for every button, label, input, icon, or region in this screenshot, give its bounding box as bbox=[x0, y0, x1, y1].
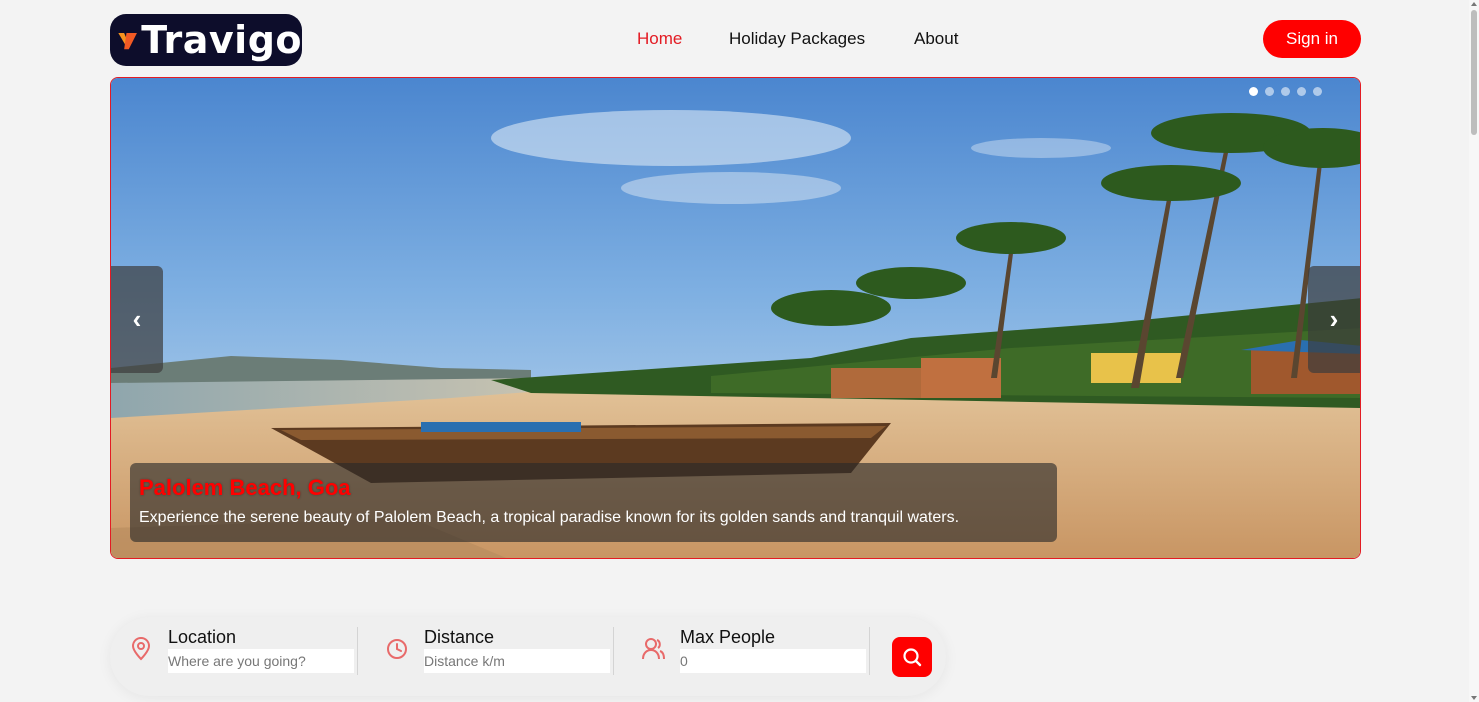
slide-description: Experience the serene beauty of Palolem … bbox=[139, 509, 960, 526]
nav-item-holiday-packages[interactable]: Holiday Packages bbox=[729, 29, 865, 49]
distance-field: Distance bbox=[384, 627, 612, 675]
location-pin-icon bbox=[131, 636, 151, 661]
location-input[interactable] bbox=[168, 649, 354, 673]
scroll-thumb[interactable] bbox=[1471, 10, 1477, 135]
carousel-indicators bbox=[1249, 87, 1322, 96]
carousel-next-button[interactable]: › bbox=[1308, 266, 1360, 373]
search-bar: Location Distance Max People bbox=[110, 617, 946, 696]
search-icon bbox=[903, 648, 922, 667]
chevron-right-icon: › bbox=[1329, 304, 1339, 334]
scroll-up-arrow-icon[interactable] bbox=[1471, 2, 1477, 6]
carousel-dot-5[interactable] bbox=[1313, 87, 1322, 96]
max-people-input[interactable] bbox=[680, 649, 866, 673]
nav-item-home[interactable]: Home bbox=[637, 29, 682, 49]
page-scrollbar[interactable] bbox=[1469, 0, 1479, 702]
clock-icon bbox=[387, 639, 407, 659]
location-field: Location bbox=[128, 627, 356, 675]
carousel-prev-button[interactable]: ‹ bbox=[111, 266, 163, 373]
sign-in-button[interactable]: Sign in bbox=[1263, 20, 1361, 58]
carousel-dot-2[interactable] bbox=[1265, 87, 1274, 96]
chevron-left-icon: ‹ bbox=[132, 304, 142, 334]
hero-carousel: ‹ › Palolem Beach, Goa Experience the se… bbox=[110, 77, 1361, 559]
location-label: Location bbox=[168, 627, 237, 647]
field-divider bbox=[357, 627, 358, 675]
distance-label: Distance bbox=[424, 627, 495, 647]
slide-caption: Palolem Beach, Goa Experience the serene… bbox=[130, 463, 1057, 542]
carousel-dot-4[interactable] bbox=[1297, 87, 1306, 96]
distance-input[interactable] bbox=[424, 649, 610, 673]
users-icon bbox=[642, 638, 665, 660]
max-people-label: Max People bbox=[680, 627, 776, 647]
scroll-down-arrow-icon[interactable] bbox=[1471, 696, 1477, 700]
carousel-dot-1[interactable] bbox=[1249, 87, 1258, 96]
main-nav: Home Holiday Packages About bbox=[0, 29, 1479, 49]
nav-item-about[interactable]: About bbox=[914, 29, 958, 49]
max-people-field: Max People bbox=[640, 627, 868, 675]
slide-title: Palolem Beach, Goa bbox=[139, 475, 351, 500]
search-button[interactable] bbox=[892, 637, 932, 677]
carousel-dot-3[interactable] bbox=[1281, 87, 1290, 96]
field-divider bbox=[613, 627, 614, 675]
field-divider bbox=[869, 627, 870, 675]
